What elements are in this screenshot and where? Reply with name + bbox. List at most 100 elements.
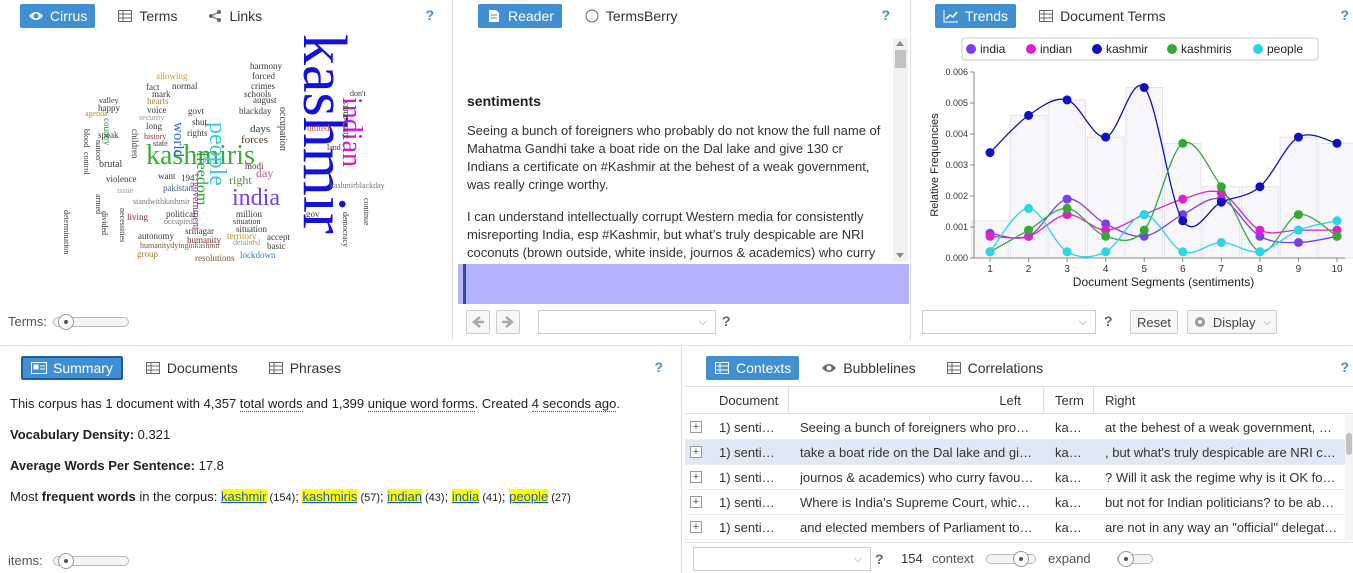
next-button[interactable] <box>496 310 520 334</box>
cloud-word[interactable]: nation <box>94 140 103 160</box>
data-point-kashmir[interactable] <box>1062 95 1072 105</box>
data-point-kashmir[interactable] <box>1216 197 1226 207</box>
cloud-word[interactable]: humanitydyinginkashmir <box>140 242 220 250</box>
cloud-word[interactable]: gov <box>306 210 320 219</box>
cloud-word[interactable]: situation <box>233 218 261 226</box>
cloud-word[interactable]: divided <box>100 211 109 235</box>
data-point-people[interactable] <box>1332 216 1342 226</box>
data-point-kashmir[interactable] <box>1255 182 1265 192</box>
cloud-word[interactable]: resolutions <box>195 254 235 263</box>
column-header-right[interactable]: Right <box>1094 387 1353 414</box>
cloud-word[interactable]: rights <box>187 129 208 138</box>
previous-button[interactable] <box>466 310 490 334</box>
tab-contexts[interactable]: Contexts <box>706 356 800 380</box>
data-point-kashmir[interactable] <box>1024 110 1034 120</box>
legend-label[interactable]: people <box>1267 42 1303 56</box>
legend-swatch[interactable] <box>1253 44 1263 54</box>
tab-links[interactable]: Links <box>199 4 270 28</box>
tab-phrases[interactable]: Phrases <box>260 356 349 380</box>
cloud-word[interactable]: want <box>158 172 176 181</box>
data-point-people[interactable] <box>1139 210 1149 220</box>
cloud-word[interactable]: children <box>130 129 140 159</box>
cloud-word[interactable]: agenda <box>85 110 108 118</box>
frequent-word-link[interactable]: india <box>451 489 480 504</box>
data-point-people[interactable] <box>1024 203 1034 213</box>
cloud-word[interactable]: united <box>307 124 330 133</box>
data-point-kashmir[interactable] <box>1332 138 1342 148</box>
data-point-kashmir[interactable] <box>1101 132 1111 142</box>
chevron-down-icon[interactable]: ⌵ <box>854 553 862 566</box>
data-point-indian[interactable] <box>1178 194 1188 204</box>
scroll-down-arrow[interactable] <box>896 253 904 258</box>
column-header-document[interactable]: Document <box>685 387 789 414</box>
cloud-word[interactable]: blood <box>82 129 91 147</box>
contexts-search-help-icon[interactable]: ? <box>875 551 884 567</box>
cloud-word[interactable]: violence <box>106 175 137 184</box>
cloud-word[interactable]: armed <box>94 194 103 214</box>
chevron-down-icon[interactable]: ⌵ <box>1079 316 1087 329</box>
contexts-help-icon[interactable]: ? <box>1340 359 1349 375</box>
frequent-word[interactable]: indian (43); <box>387 489 452 504</box>
expand-row-icon[interactable]: + <box>690 496 702 508</box>
cloud-word[interactable]: long <box>146 122 162 131</box>
frequent-word[interactable]: kashmiris (57); <box>302 489 387 504</box>
chevron-down-icon[interactable]: ⌵ <box>699 316 707 329</box>
tab-documents[interactable]: Documents <box>137 356 246 380</box>
cloud-word[interactable]: democracy <box>341 212 350 247</box>
scroll-thumb[interactable] <box>1346 433 1352 455</box>
table-row[interactable]: + 1) senti… and elected members of Parli… <box>685 515 1353 540</box>
legend-swatch[interactable] <box>966 44 976 54</box>
tab-termsberry[interactable]: TermsBerry <box>576 4 686 28</box>
cloud-word[interactable]: kashmirblackday <box>330 182 385 190</box>
display-button[interactable]: Display ⌵ <box>1187 310 1277 334</box>
data-point-people[interactable] <box>1293 225 1303 235</box>
data-point-kashmir[interactable] <box>1139 83 1149 92</box>
data-point-india[interactable] <box>1293 238 1303 247</box>
expand-row-icon[interactable]: + <box>690 421 702 433</box>
data-point-kashmir[interactable] <box>1178 216 1188 226</box>
frequent-word-link[interactable]: kashmir <box>220 489 267 504</box>
data-point-kashmiris[interactable] <box>1216 182 1226 192</box>
tab-summary[interactable]: Summary <box>21 356 123 380</box>
slider-handle[interactable] <box>57 552 74 569</box>
tab-bubblelines[interactable]: Bubblelines <box>813 356 923 380</box>
scroll-thumb[interactable] <box>895 50 906 68</box>
summary-help-icon[interactable]: ? <box>654 359 663 375</box>
slider-handle[interactable] <box>1013 551 1029 567</box>
cloud-word[interactable]: necessities <box>118 208 127 242</box>
cloud-word[interactable]: fact <box>146 83 160 92</box>
cloud-word[interactable]: living <box>127 213 148 222</box>
cloud-word[interactable]: harmony <box>250 62 282 71</box>
data-point-kashmiris[interactable] <box>1178 138 1188 148</box>
reader-text-area[interactable]: sentiments Seeing a bunch of foreigners … <box>456 38 896 262</box>
tab-cirrus[interactable]: Cirrus <box>20 4 96 28</box>
cloud-word[interactable]: continue <box>362 198 371 226</box>
table-row[interactable]: + 1) senti… Seeing a bunch of foreigners… <box>685 415 1353 440</box>
cloud-word[interactable]: allowing <box>156 72 188 81</box>
cloud-word[interactable]: brutal <box>99 160 122 170</box>
tab-terms[interactable]: Terms <box>109 4 185 28</box>
cloud-word[interactable]: india <box>232 186 280 210</box>
cloud-word[interactable]: schools <box>244 90 271 99</box>
data-point-kashmir[interactable] <box>985 148 995 158</box>
frequent-word[interactable]: india (41); <box>451 489 509 504</box>
legend-swatch[interactable] <box>1092 44 1102 54</box>
trends-search-help-icon[interactable]: ? <box>1104 313 1113 329</box>
items-slider[interactable] <box>52 552 129 569</box>
cloud-word[interactable]: standwithkashmir <box>133 198 190 206</box>
trends-search-combo[interactable]: ⌵ <box>922 310 1096 334</box>
data-point-people[interactable] <box>1178 247 1188 257</box>
legend-label[interactable]: indian <box>1040 42 1072 56</box>
legend-swatch[interactable] <box>1026 44 1036 54</box>
cloud-word[interactable]: forced <box>252 72 275 81</box>
contexts-search-combo[interactable]: ⌵ <box>693 547 871 571</box>
table-row[interactable]: + 1) senti… journos & academics) who cur… <box>685 465 1353 490</box>
cloud-word[interactable]: right <box>229 174 252 186</box>
tab-correlations[interactable]: Correlations <box>938 356 1051 380</box>
cloud-word[interactable]: pakistan <box>163 184 193 193</box>
table-row[interactable]: + 1) senti… take a boat ride on the Dal … <box>685 440 1353 465</box>
reader-scrollbar[interactable] <box>893 38 908 262</box>
table-row[interactable]: + 1) senti… Where is India's Supreme Cou… <box>685 490 1353 515</box>
trends-help-icon[interactable]: ? <box>1340 7 1349 23</box>
cloud-word[interactable]: autonomy <box>138 232 174 241</box>
